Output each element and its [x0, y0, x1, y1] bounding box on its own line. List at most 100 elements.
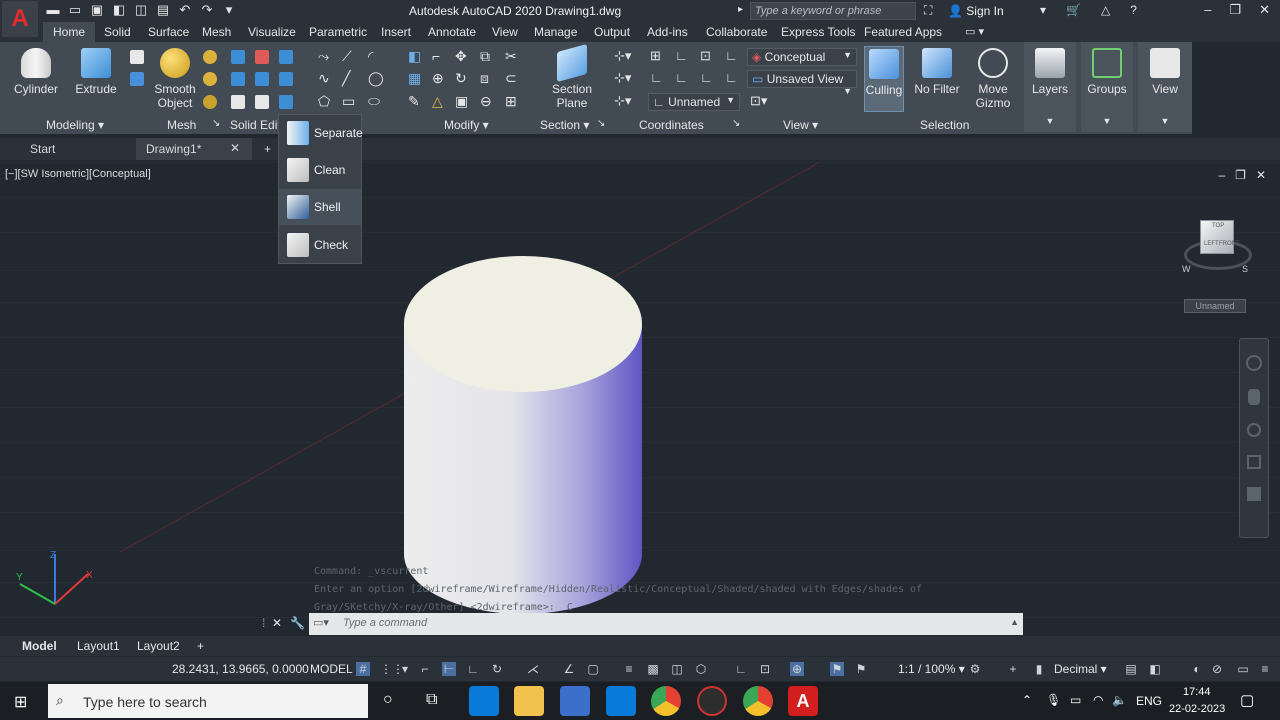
steering-wheel-icon[interactable] [1246, 355, 1262, 371]
fillet-icon[interactable]: ⌐ [432, 48, 440, 64]
file-explorer-icon[interactable] [514, 686, 544, 716]
imprint-icon[interactable] [231, 95, 245, 109]
tab-add-ins[interactable]: Add-ins [647, 25, 688, 39]
rectangle-icon[interactable]: ▭ [342, 93, 355, 110]
microphone-icon[interactable]: 🎙 [1046, 693, 1061, 707]
plot-icon[interactable]: ▤ [156, 3, 170, 17]
section-plane-button[interactable]: Section Plane [548, 43, 596, 110]
web-mobile-icon[interactable]: ◫ [134, 3, 148, 17]
ucs-origin-icon[interactable]: ∟ [675, 70, 688, 85]
arc-icon[interactable]: ◜ [368, 48, 373, 65]
array-icon[interactable]: ▦ [408, 70, 421, 87]
show-hidden-icons-icon[interactable]: ⌃ [1022, 693, 1032, 707]
battery-icon[interactable]: ▭ [1070, 693, 1081, 707]
interfere-icon[interactable] [231, 72, 245, 86]
tab-start[interactable]: Start [20, 138, 134, 160]
windows-start-icon[interactable]: ⊞ [14, 692, 27, 712]
restore-icon[interactable]: ❐ [1229, 2, 1241, 18]
ortho-icon[interactable]: ∟ [466, 662, 480, 676]
clock-date[interactable]: 22-02-2023 [1169, 703, 1225, 715]
language-indicator[interactable]: ENG [1136, 694, 1162, 708]
compass-west-label[interactable]: W [1182, 264, 1191, 274]
taskbar-search-box[interactable]: ⌕ Type here to search [48, 684, 368, 718]
quick-properties-icon[interactable]: ▤ [1124, 662, 1138, 676]
rotate-icon[interactable]: ↻ [455, 70, 467, 87]
annotation-scale-dropdown[interactable]: 1:1 / 100% ▾ [898, 662, 965, 676]
customization-icon[interactable]: ≡ [1258, 662, 1272, 676]
new-icon[interactable]: ▬ [46, 3, 60, 17]
zoom-icon[interactable] [1247, 423, 1261, 437]
slice-icon[interactable] [255, 72, 269, 86]
ucs-3point-icon[interactable]: ∟ [725, 70, 738, 85]
chrome-icon[interactable] [651, 686, 681, 716]
tab-model[interactable]: Model [22, 639, 57, 653]
expand-arrow-icon[interactable]: ▸ [738, 4, 743, 15]
viewport-close-icon[interactable]: ✕ [1256, 168, 1266, 182]
layers-button[interactable]: Layers ▼ [1024, 42, 1076, 132]
task-view-icon[interactable]: ⧉ [426, 691, 437, 709]
selection-cycling-icon[interactable]: ◫ [670, 662, 684, 676]
tab-layout2[interactable]: Layout2 [137, 639, 180, 653]
panel-view-label[interactable]: View ▾ [783, 118, 818, 132]
visual-style-dropdown[interactable]: ◈ Conceptual ▼ [747, 48, 857, 66]
command-history-toggle-icon[interactable]: ▲ [1010, 617, 1019, 627]
units-dropdown[interactable]: Decimal ▾ [1054, 662, 1107, 676]
tab-surface[interactable]: Surface [148, 25, 189, 39]
notification-icon[interactable]: ▢ [1240, 691, 1254, 709]
ucs-zaxis-icon[interactable]: ∟ [700, 70, 713, 85]
auto-scale-icon[interactable]: ⚑ [854, 662, 868, 676]
selection-filter-icon[interactable]: ⊡ [758, 662, 772, 676]
intersect-icon[interactable] [279, 50, 293, 64]
ucs-named-dropdown[interactable]: ∟ Unnamed ▼ [648, 93, 740, 111]
autocad-taskbar-icon[interactable]: A [788, 686, 818, 716]
ucs-icon-settings-icon[interactable]: ⊹▾ [614, 70, 631, 86]
union-icon[interactable] [231, 50, 245, 64]
viewport-restore-icon[interactable]: ❐ [1235, 168, 1246, 182]
close-tab-icon[interactable]: ✕ [230, 141, 240, 155]
tab-featured-apps[interactable]: Featured Apps [864, 25, 942, 39]
binoculars-icon[interactable]: ⛶ [924, 3, 932, 18]
panel-section-label[interactable]: Section ▾ [540, 118, 589, 132]
polygon-icon[interactable]: ⬠ [318, 93, 330, 110]
polyline-icon[interactable]: ⟋ [342, 48, 352, 65]
tab-output[interactable]: Output [594, 25, 630, 39]
volume-icon[interactable]: 🔈 [1112, 693, 1127, 707]
orbit-icon[interactable] [1247, 455, 1261, 469]
ellipse-icon[interactable]: ⬭ [368, 93, 380, 110]
separate-dropdown-icon[interactable] [279, 95, 293, 109]
section-panel-launcher-icon[interactable]: ↘ [597, 118, 605, 129]
viewcube-box[interactable]: TOP LEFT FRONT [1200, 220, 1240, 254]
help-icon[interactable]: ? [1130, 3, 1137, 17]
dynamic-ucs-icon[interactable]: ∟ [734, 662, 748, 676]
culling-button[interactable]: Culling [864, 46, 904, 112]
edge-icon[interactable] [469, 686, 499, 716]
scale-icon[interactable]: ⧈ [480, 70, 489, 87]
explode-icon[interactable]: ▣ [455, 93, 468, 110]
viewcube-left-label[interactable]: LEFT [1204, 241, 1219, 247]
save-as-icon[interactable]: ◧ [112, 3, 126, 17]
mesh-smooth-more-icon[interactable] [203, 50, 217, 64]
trim-icon[interactable]: ✂ [505, 48, 517, 65]
tab-drawing1[interactable]: Drawing1* ✕ [136, 138, 252, 160]
tab-visualize[interactable]: Visualize [248, 25, 296, 39]
tab-mesh[interactable]: Mesh [202, 25, 231, 39]
ucs-icon[interactable]: ⊹▾ [614, 48, 631, 64]
annotation-visibility-icon[interactable]: ⚑ [830, 662, 844, 676]
coordinates-panel-launcher-icon[interactable]: ↘ [732, 118, 740, 129]
snap-dropdown-icon[interactable]: ▾ [398, 662, 412, 676]
command-customize-icon[interactable]: 🔧 [290, 616, 305, 630]
circle-icon[interactable]: ◯ [368, 70, 384, 87]
3d-mirror-icon[interactable]: △ [432, 93, 443, 110]
viewport-controls-label[interactable]: [−][SW Isometric][Conceptual] [5, 168, 151, 180]
tab-collaborate[interactable]: Collaborate [706, 25, 767, 39]
ucs-world-icon[interactable]: ⊞ [650, 48, 661, 64]
mirror-icon[interactable]: ◧ [408, 48, 421, 65]
showmotion-icon[interactable] [1247, 487, 1261, 501]
stretch-icon[interactable]: ⊖ [480, 93, 492, 110]
panel-coordinates-label[interactable]: Coordinates [639, 118, 704, 132]
viewcube[interactable]: TOP LEFT FRONT W S [1178, 214, 1258, 284]
panel-mesh-label[interactable]: Mesh [167, 118, 196, 132]
clock-time[interactable]: 17:44 [1183, 686, 1211, 698]
customize-qat-icon[interactable]: ▾ [222, 3, 236, 17]
new-tab-button[interactable]: + [254, 138, 281, 160]
